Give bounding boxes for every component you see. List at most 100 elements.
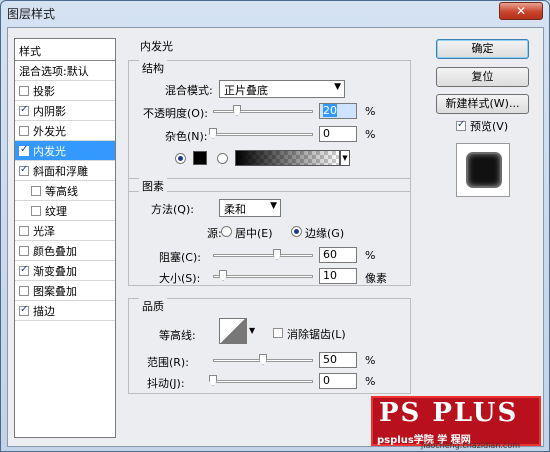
style-item-label: 内发光	[33, 144, 66, 158]
quality-group: 品质 等高线: ▼ 消除锯齿(L) 范围(R): 50 % 抖动(J): 0 %	[128, 298, 411, 394]
style-item-label: 等高线	[45, 184, 78, 198]
noise-slider-thumb[interactable]	[209, 128, 217, 139]
gradient-overlay-checkbox[interactable]	[19, 264, 29, 276]
noise-unit: %	[365, 128, 376, 141]
gradient-dropdown[interactable]: ▼	[340, 150, 350, 166]
reset-button[interactable]: 复位	[436, 67, 529, 87]
style-item-gradient-overlay[interactable]: 渐变叠加	[15, 261, 115, 281]
style-item-texture[interactable]: 纹理	[15, 201, 115, 221]
dialog-body: 样式 混合选项:默认 投影 内阴影 外发光 内发光 斜面和浮	[7, 27, 544, 447]
preview-checkbox[interactable]	[456, 119, 466, 131]
preview-toggle[interactable]: 预览(V)	[456, 118, 508, 134]
opacity-value: 20	[323, 104, 337, 117]
style-item-drop-shadow[interactable]: 投影	[15, 81, 115, 101]
style-item-blending-options[interactable]: 混合选项:默认	[15, 61, 115, 81]
jitter-label: 抖动(J):	[147, 377, 185, 390]
stroke-checkbox[interactable]	[19, 304, 29, 316]
technique-select[interactable]: 柔和 ▼	[219, 199, 281, 217]
style-list-header[interactable]: 样式	[15, 39, 115, 61]
size-input[interactable]: 10	[319, 268, 357, 284]
solid-color-radio[interactable]	[175, 153, 186, 164]
style-item-stroke[interactable]: 描边	[15, 301, 115, 321]
style-item-inner-glow[interactable]: 内发光	[15, 141, 115, 161]
outer-glow-checkbox[interactable]	[19, 125, 29, 136]
jitter-slider-thumb[interactable]	[209, 375, 217, 386]
range-input[interactable]: 50	[319, 352, 357, 368]
style-item-bevel-emboss[interactable]: 斜面和浮雕	[15, 161, 115, 181]
elements-group: 图素 方法(Q): 柔和 ▼ 源: 居中(E) 边缘(G) 阻塞(C): 60 …	[128, 178, 411, 286]
antialias-label[interactable]: 消除锯齿(L)	[287, 326, 346, 342]
glow-color-swatch[interactable]	[193, 151, 207, 165]
color-overlay-checkbox[interactable]	[19, 245, 29, 256]
size-slider[interactable]	[213, 275, 313, 278]
style-item-contour[interactable]: 等高线	[15, 181, 115, 201]
glow-gradient-swatch[interactable]	[235, 150, 340, 166]
quality-group-title: 品质	[139, 298, 167, 314]
contour-dropdown-icon[interactable]: ▼	[249, 326, 255, 335]
pattern-overlay-checkbox[interactable]	[19, 285, 29, 296]
size-label: 大小(S):	[159, 272, 201, 285]
bevel-emboss-checkbox[interactable]	[19, 164, 29, 176]
opacity-input[interactable]: 20	[319, 103, 357, 119]
jitter-value: 0	[323, 374, 330, 387]
range-unit: %	[365, 354, 376, 367]
style-item-outer-glow[interactable]: 外发光	[15, 121, 115, 141]
style-item-label: 外发光	[33, 124, 66, 138]
antialias-checkbox[interactable]	[273, 328, 283, 338]
style-item-satin[interactable]: 光泽	[15, 221, 115, 241]
gradient-radio[interactable]	[217, 153, 228, 164]
style-item-color-overlay[interactable]: 颜色叠加	[15, 241, 115, 261]
noise-label: 杂色(N):	[165, 130, 208, 143]
source-edge-label[interactable]: 边缘(G)	[305, 225, 344, 241]
style-item-label: 纹理	[45, 204, 67, 218]
source-center-label[interactable]: 居中(E)	[235, 225, 273, 241]
preview-label: 预览(V)	[470, 120, 509, 133]
choke-slider[interactable]	[213, 254, 313, 257]
choke-input[interactable]: 60	[319, 247, 357, 263]
style-item-label: 渐变叠加	[33, 264, 77, 278]
size-slider-thumb[interactable]	[219, 270, 227, 281]
range-value: 50	[323, 353, 337, 366]
elements-group-title: 图素	[139, 178, 167, 194]
contour-picker[interactable]	[219, 318, 247, 344]
style-item-label: 混合选项:默认	[19, 64, 89, 78]
style-item-inner-shadow[interactable]: 内阴影	[15, 101, 115, 121]
style-item-label: 投影	[33, 84, 55, 98]
choke-value: 60	[323, 248, 337, 261]
opacity-unit: %	[365, 105, 376, 118]
technique-value: 柔和	[224, 203, 246, 216]
style-item-pattern-overlay[interactable]: 图案叠加	[15, 281, 115, 301]
style-item-label: 光泽	[33, 224, 55, 238]
source-label: 源:	[207, 227, 222, 240]
style-item-label: 图案叠加	[33, 284, 77, 298]
jitter-unit: %	[365, 375, 376, 388]
texture-checkbox[interactable]	[31, 205, 41, 216]
panel-title: 内发光	[140, 40, 173, 53]
watermark-logo: PS PLUS psplus学院 学 程网	[371, 396, 541, 446]
range-slider-thumb[interactable]	[259, 354, 267, 365]
source-center-radio[interactable]	[221, 226, 232, 237]
blend-mode-select[interactable]: 正片叠底 ▼	[219, 80, 345, 98]
noise-slider[interactable]	[213, 133, 313, 136]
choke-slider-thumb[interactable]	[273, 249, 281, 260]
noise-input[interactable]: 0	[319, 126, 357, 142]
title-bar: 图层样式 ✕	[1, 1, 549, 25]
satin-checkbox[interactable]	[19, 225, 29, 236]
contour-label: 等高线:	[159, 329, 196, 342]
opacity-slider[interactable]	[213, 110, 313, 113]
source-edge-radio[interactable]	[291, 226, 302, 237]
new-style-button[interactable]: 新建样式(W)...	[436, 94, 529, 114]
style-list: 样式 混合选项:默认 投影 内阴影 外发光 内发光 斜面和浮	[14, 38, 116, 438]
inner-glow-checkbox[interactable]	[19, 144, 29, 156]
close-button[interactable]: ✕	[499, 2, 543, 20]
jitter-slider[interactable]	[213, 380, 313, 383]
opacity-slider-thumb[interactable]	[233, 105, 241, 116]
inner-shadow-checkbox[interactable]	[19, 104, 29, 116]
drop-shadow-checkbox[interactable]	[19, 85, 29, 96]
jitter-input[interactable]: 0	[319, 373, 357, 389]
contour-checkbox[interactable]	[31, 185, 41, 196]
ok-button[interactable]: 确定	[436, 39, 529, 59]
noise-value: 0	[323, 127, 330, 140]
structure-group: 结构 混合模式: 正片叠底 ▼ 不透明度(O): 20 % 杂色(N): 0 %	[128, 60, 411, 192]
choke-label: 阻塞(C):	[159, 251, 201, 264]
